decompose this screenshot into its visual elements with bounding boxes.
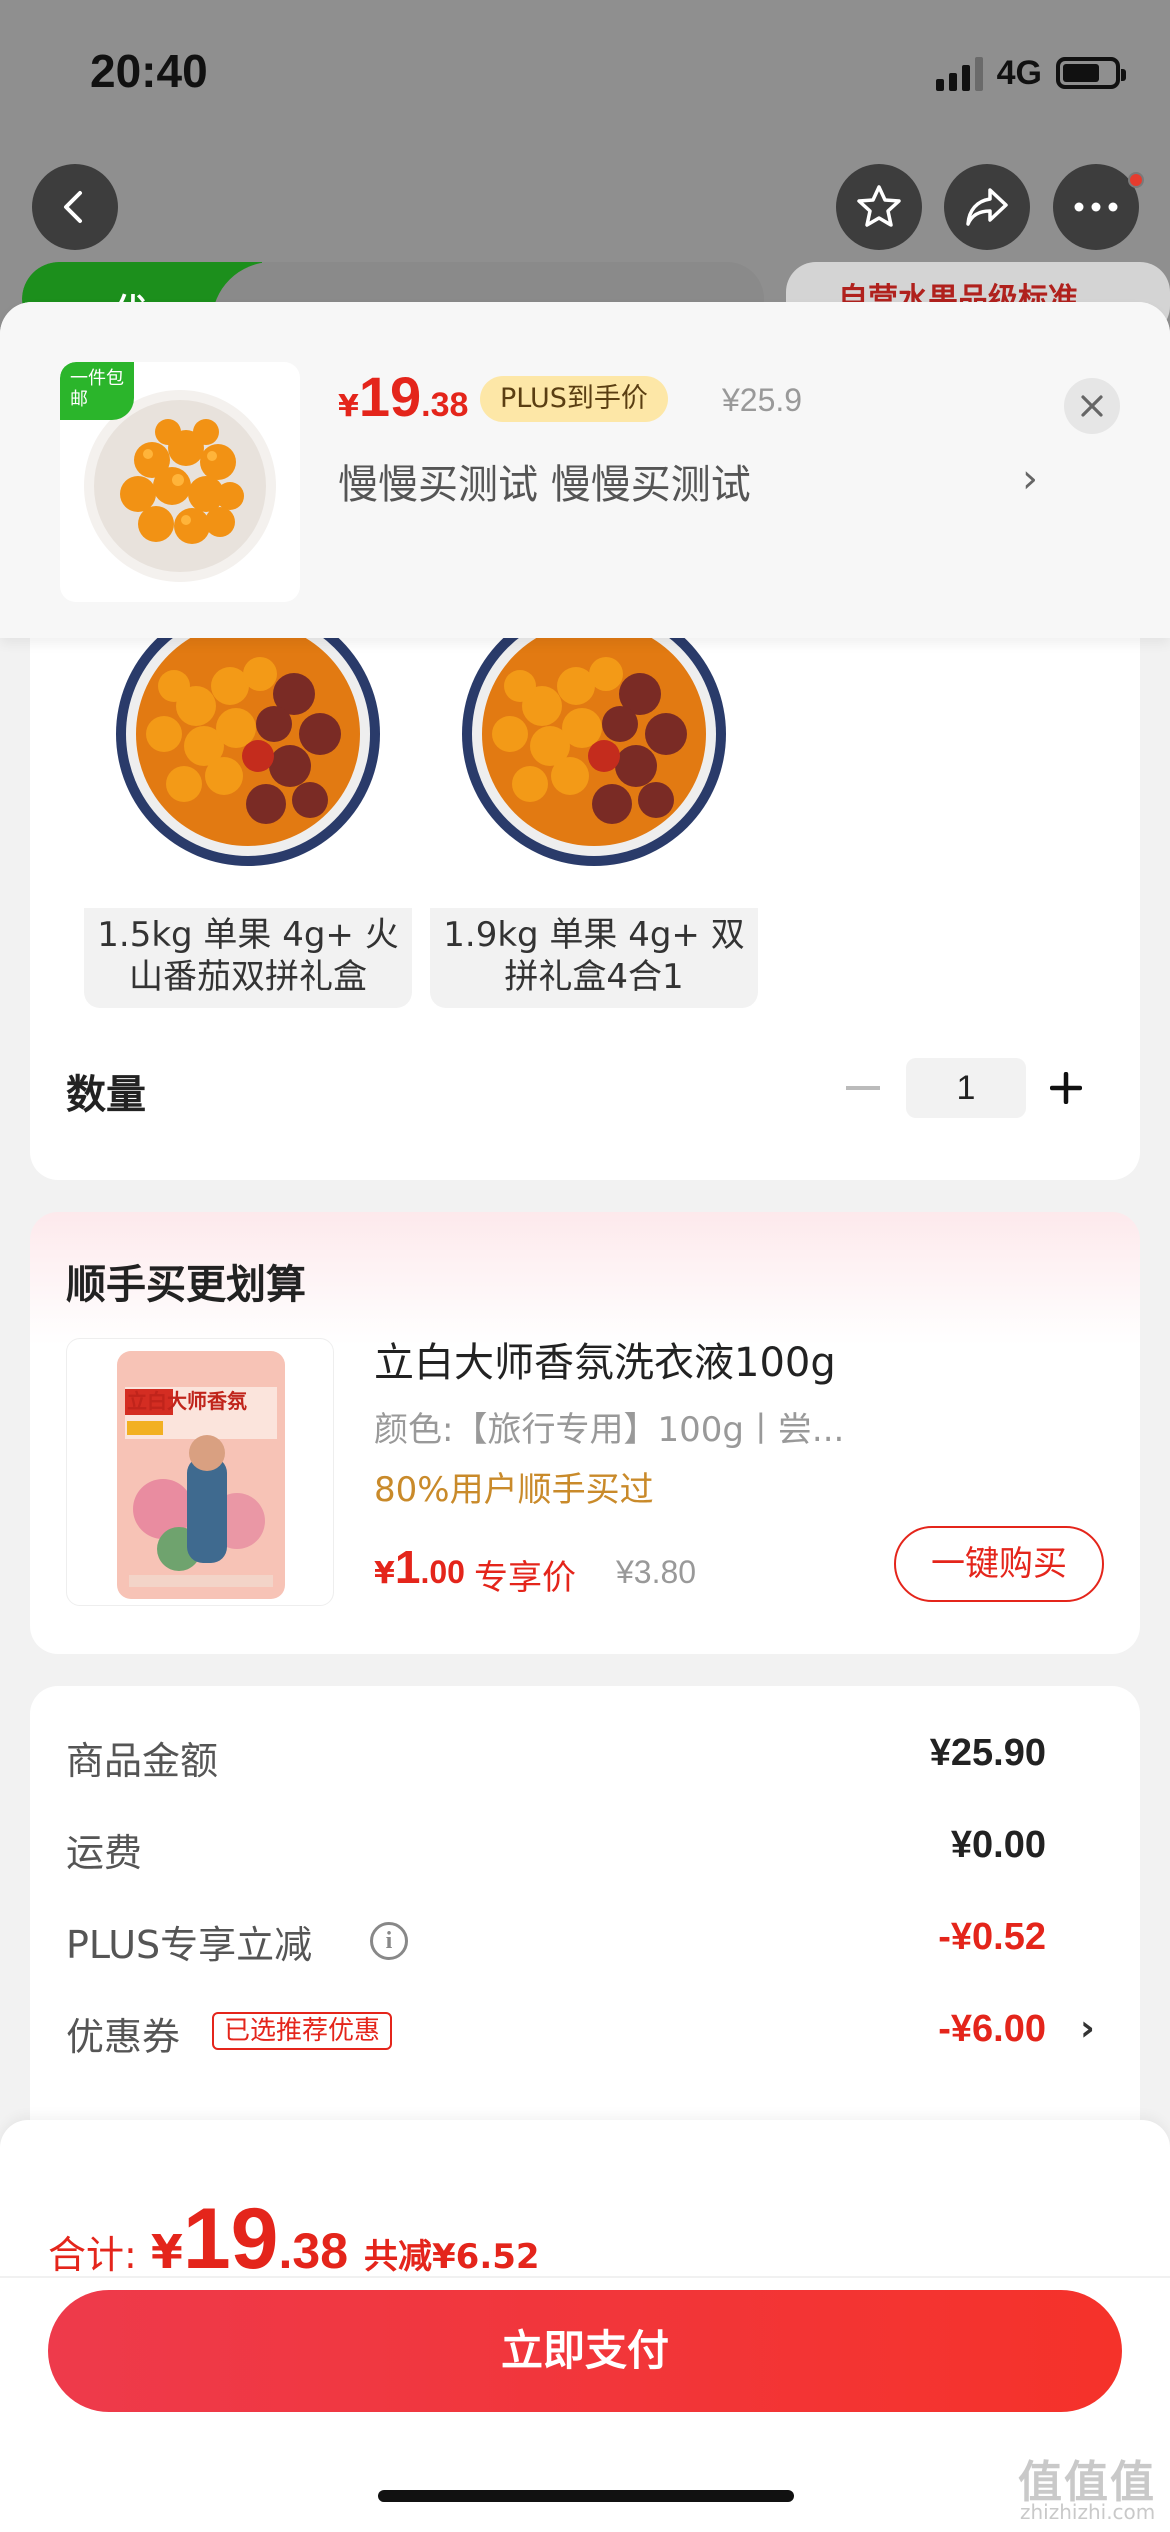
info-icon[interactable]: i (370, 1922, 408, 1960)
selected-variant[interactable]: 慢慢买测试 慢慢买测试 (338, 452, 751, 510)
free-shipping-badge: 一件包邮 (60, 362, 134, 420)
favorite-button[interactable] (836, 164, 922, 250)
share-icon (966, 188, 1008, 226)
sku-image (430, 616, 758, 908)
notification-dot (1128, 172, 1144, 188)
status-time: 20:40 (90, 45, 208, 97)
quantity-label: 数量 (66, 1072, 146, 1118)
chevron-right-icon[interactable]: › (1022, 456, 1038, 502)
more-button[interactable] (1053, 164, 1139, 250)
watermark-url: zhizhizhi.com (1020, 2500, 1156, 2524)
chevron-right-icon[interactable]: › (1080, 2008, 1095, 2049)
star-icon (857, 185, 901, 227)
divider (0, 2276, 1170, 2278)
plus-price-tag: PLUS到手价 (480, 376, 668, 422)
status-indicators: 4G (935, 50, 1126, 96)
sku-option-label: 1.9kg 单果 4g+ 双拼礼盒4合1 (443, 915, 745, 997)
home-indicator[interactable] (378, 2490, 794, 2502)
sku-option[interactable]: 1.9kg 单果 4g+ 双拼礼盒4合1 (430, 616, 758, 1008)
plus-discount-label: PLUS专享立减 (66, 1923, 313, 1967)
total-saved: 共减¥6.52 (364, 2237, 540, 2277)
addon-price-symbol: ¥ (374, 1556, 395, 1591)
addon-image[interactable]: 立白大师香氛 (66, 1338, 334, 1606)
addon-package-text: 立白大师香氛 (127, 1389, 247, 1413)
price-integer: 19 (358, 365, 422, 428)
addon-name[interactable]: 立白大师香氛洗衣液100g (374, 1330, 836, 1388)
shipping-label: 运费 (66, 1831, 143, 1875)
goods-amount-label: 商品金额 (66, 1739, 219, 1783)
quantity-decrease-button[interactable] (846, 1086, 880, 1090)
total-symbol: ¥ (150, 2225, 183, 2279)
price-symbol: ¥ (338, 389, 359, 424)
order-total: 合计: ¥ 19 .38 共减¥6.52 (48, 2190, 540, 2289)
close-icon (1081, 395, 1103, 417)
battery-icon (1056, 57, 1126, 89)
network-type: 4G (996, 53, 1042, 92)
pay-now-button[interactable]: 立即支付 (48, 2290, 1122, 2412)
close-button[interactable] (1064, 378, 1120, 434)
sku-option-label: 1.5kg 单果 4g+ 火山番茄双拼礼盒 (97, 915, 399, 997)
total-decimal: .38 (278, 2223, 349, 2279)
share-button[interactable] (944, 164, 1030, 250)
addon-title: 顺手买更划算 (66, 1262, 306, 1308)
quantity-input[interactable]: 1 (906, 1058, 1026, 1118)
addon-attribute: 颜色:【旅行专用】100g丨尝... (374, 1410, 845, 1450)
product-price: ¥ 19 .38 (338, 364, 468, 429)
addon-popularity: 80%用户顺手买过 (374, 1470, 654, 1510)
product-image: 一件包邮 (60, 362, 300, 602)
total-label: 合计: (48, 2233, 137, 2277)
addon-price-integer: 1 (394, 1541, 421, 1593)
addon-price-tag: 专享价 (474, 1558, 576, 1598)
original-price: ¥25.9 (722, 382, 803, 418)
addon-original-price: ¥3.80 (616, 1554, 697, 1590)
sku-image (84, 616, 412, 908)
chevron-left-icon (64, 191, 82, 223)
one-click-buy-button[interactable]: 一键购买 (894, 1526, 1104, 1602)
price-decimal: .38 (421, 386, 469, 424)
sku-option[interactable]: 1.5kg 单果 4g+ 火山番茄双拼礼盒 (84, 616, 412, 1008)
addon-price-decimal: .00 (420, 1554, 465, 1590)
more-dots-icon (1074, 202, 1118, 212)
back-button[interactable] (32, 164, 118, 250)
coupon-tag: 已选推荐优惠 (212, 2012, 393, 2050)
plus-discount-value: -¥0.52 (938, 1916, 1046, 1958)
shipping-value: ¥0.00 (950, 1824, 1046, 1866)
quantity-increase-button[interactable] (1046, 1058, 1086, 1118)
total-integer: 19 (182, 2191, 279, 2287)
plus-icon (1050, 1072, 1082, 1104)
signal-icon (935, 55, 983, 91)
coupon-value[interactable]: -¥6.00 (938, 2008, 1046, 2051)
addon-price: ¥ 1 .00 (374, 1540, 465, 1594)
coupon-label[interactable]: 优惠券 (66, 2006, 180, 2061)
goods-amount-value: ¥25.90 (929, 1732, 1046, 1774)
